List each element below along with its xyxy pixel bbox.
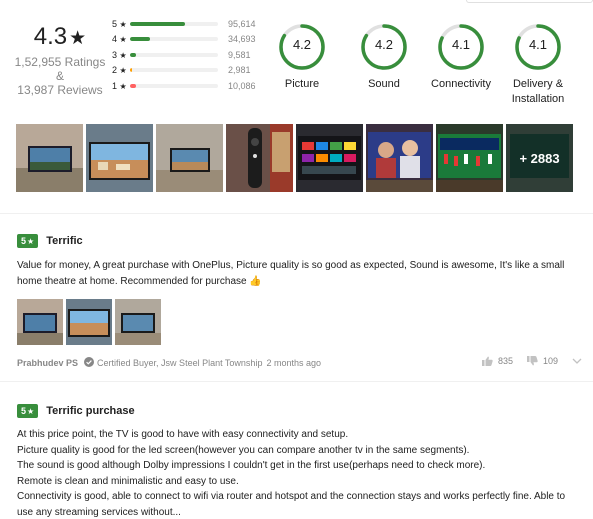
- aspect-label: Delivery & Installation: [511, 78, 565, 105]
- rating-row-2: 2 ★ 2,981: [112, 63, 270, 79]
- ratings-summary: 4.3 ★ 1,52,955 Ratings & 13,987 Reviews: [12, 22, 108, 97]
- rating-bar-fill: [130, 68, 132, 73]
- section-divider: [0, 381, 593, 382]
- review-time: 2 months ago: [266, 358, 321, 368]
- rating-row-3: 3 ★ 9,581: [112, 47, 270, 63]
- thumbs-up-icon: [481, 356, 493, 366]
- chevron-down-icon: [572, 358, 582, 364]
- aspect-label: Picture: [284, 78, 320, 90]
- review-author: Prabhudev PS: [17, 358, 79, 368]
- rating-bar-track: [130, 68, 218, 73]
- review-photos: [17, 299, 587, 345]
- rating-badge: 5 ★: [17, 234, 39, 248]
- review-text: At this price point, the TV is good to h…: [17, 427, 583, 519]
- star-icon: ★: [119, 50, 127, 60]
- dislike-button[interactable]: 109: [526, 356, 558, 366]
- like-count: 835: [497, 356, 513, 366]
- like-button[interactable]: 835: [481, 356, 513, 366]
- rating-distribution: 5 ★ 95,614 4 ★ 34,693 3 ★ 9,581 2 ★ 2,98…: [112, 16, 270, 94]
- thumbs-down-icon: [526, 356, 538, 366]
- review-line: Connectivity is good, able to connect to…: [17, 491, 566, 518]
- rating-count: 34,693: [228, 34, 256, 45]
- customer-photo[interactable]: [436, 124, 503, 192]
- rating-count: 9,581: [228, 49, 251, 60]
- aspect-delivery: 4.1 Delivery & Installation: [500, 22, 576, 107]
- dislike-count: 109: [542, 356, 558, 366]
- review-line: Picture quality is good for the led scre…: [17, 444, 470, 456]
- rating-count: 10,086: [228, 80, 256, 91]
- certified-check-icon: [84, 357, 95, 369]
- star-icon: ★: [27, 406, 35, 416]
- review-line: At this price point, the TV is good to h…: [17, 429, 349, 440]
- top-card-edge: [466, 0, 593, 3]
- review-header: 5 ★ Terrific: [17, 234, 587, 248]
- rating-badge: 5 ★: [17, 404, 39, 418]
- average-rating: 4.3 ★: [33, 23, 87, 50]
- review-photo[interactable]: [66, 299, 112, 345]
- review-photo[interactable]: [17, 299, 63, 345]
- rating-bar-fill: [130, 37, 150, 42]
- review-meta: Prabhudev PS Certified Buyer, Jsw Steel …: [17, 356, 587, 370]
- aspect-score: 4.1: [528, 37, 548, 52]
- rating-count: 95,614: [228, 18, 256, 29]
- customer-photo[interactable]: [86, 124, 153, 192]
- aspect-score: 4.1: [451, 37, 471, 52]
- rating-bar-track: [130, 83, 218, 88]
- more-photos-button[interactable]: + 2883: [506, 124, 573, 192]
- star-icon: ★: [27, 236, 35, 246]
- review-card: 5 ★ Terrific purchase At this price point…: [17, 404, 587, 519]
- aspect-label: Sound: [368, 78, 400, 90]
- review-header: 5 ★ Terrific purchase: [17, 404, 587, 418]
- rating-count: 2,981: [228, 65, 251, 76]
- rating-bar-fill: [130, 21, 185, 26]
- customer-photo[interactable]: [156, 124, 223, 192]
- rating-row-1: 1 ★ 10,086: [112, 78, 270, 94]
- aspect-picture: 4.2 Picture: [264, 22, 340, 92]
- review-text: Value for money, A great purchase with O…: [17, 260, 565, 287]
- rating-bar-fill: [130, 52, 136, 57]
- customer-photo[interactable]: [226, 124, 293, 192]
- aspect-label: Connectivity: [431, 78, 491, 90]
- review-options-button[interactable]: [572, 358, 587, 364]
- star-icon: ★: [119, 19, 127, 29]
- ampersand: &: [55, 69, 64, 83]
- rating-row-5: 5 ★ 95,614: [112, 16, 270, 32]
- review-card: 5 ★ Terrific Value for money, A great pur…: [17, 234, 587, 370]
- review-title: Terrific purchase: [46, 405, 135, 417]
- review-line: Remote is clean and minimalistic and eas…: [17, 475, 239, 487]
- customer-photo[interactable]: [296, 124, 363, 192]
- star-icon: ★: [119, 35, 127, 45]
- customer-photo[interactable]: [366, 124, 433, 192]
- customer-photo[interactable]: [16, 124, 83, 192]
- star-icon: ★: [69, 28, 87, 49]
- rating-bar-track: [130, 52, 218, 57]
- section-divider: [0, 213, 593, 214]
- rating-bar-track: [130, 21, 218, 26]
- aspect-score: 4.2: [292, 37, 312, 52]
- customer-photo-gallery: + 2883: [16, 124, 576, 192]
- rating-bar-fill: [130, 83, 136, 88]
- review-photo[interactable]: [115, 299, 161, 345]
- aspect-sound: 4.2 Sound: [346, 22, 422, 92]
- star-icon: ★: [119, 66, 127, 76]
- aspect-ratings: 4.2 Picture 4.2 Sound 4.1 Connectivity 4…: [279, 22, 590, 112]
- certified-buyer-text: Certified Buyer, Jsw Steel Plant Townshi…: [97, 358, 263, 368]
- review-votes: 835 109: [468, 356, 587, 366]
- review-line: The sound is good although Dolby impress…: [17, 460, 486, 471]
- more-photos-count: + 2883: [506, 124, 573, 192]
- reviews-count: 13,987 Reviews: [17, 83, 103, 97]
- rating-bar-track: [130, 37, 218, 42]
- ratings-count: 1,52,955 Ratings: [14, 55, 106, 69]
- star-icon: ★: [119, 81, 127, 91]
- aspect-score: 4.2: [374, 37, 394, 52]
- review-title: Terrific: [46, 235, 83, 247]
- aspect-connectivity: 4.1 Connectivity: [423, 22, 499, 92]
- rating-row-4: 4 ★ 34,693: [112, 32, 270, 48]
